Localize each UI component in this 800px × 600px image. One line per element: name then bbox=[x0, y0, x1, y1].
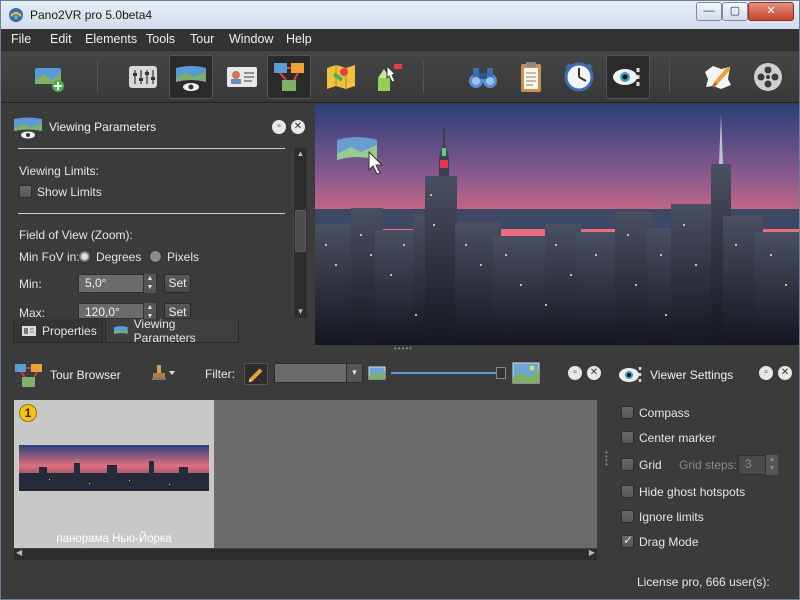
viewing-parameters-icon bbox=[114, 325, 128, 334]
title-bar: Pano2VR pro 5.0beta4 — ▢ ✕ bbox=[1, 1, 799, 29]
menu-file[interactable]: File bbox=[11, 32, 31, 46]
center-marker-checkbox[interactable] bbox=[621, 431, 634, 444]
new-york-panorama-image bbox=[315, 104, 799, 345]
pixels-radio[interactable] bbox=[149, 250, 162, 263]
window-title: Pano2VR pro 5.0beta4 bbox=[30, 8, 153, 22]
film-reel-icon[interactable] bbox=[746, 55, 790, 99]
animation-clock-icon[interactable] bbox=[557, 55, 601, 99]
node-number-badge: 1 bbox=[19, 404, 37, 422]
viewing-parameters-scrollbar[interactable]: ▲ ▼ bbox=[293, 148, 307, 318]
viewing-limits-label: Viewing Limits: bbox=[19, 164, 99, 178]
tour-browser-header: Tour Browser bbox=[14, 353, 234, 397]
hotspot-icon[interactable] bbox=[366, 55, 410, 99]
tour-browser-title: Tour Browser bbox=[50, 368, 121, 382]
grid-steps-spin-arrows: ▲ ▼ bbox=[765, 455, 778, 475]
menu-help[interactable]: Help bbox=[286, 32, 312, 46]
viewing-parameters-icon[interactable] bbox=[169, 55, 213, 99]
filter-label: Filter: bbox=[205, 367, 235, 381]
vertical-splitter-grip[interactable]: • • • • bbox=[605, 449, 611, 469]
pixels-label: Pixels bbox=[167, 250, 200, 264]
thumbnail-size-slider[interactable] bbox=[391, 372, 500, 374]
viewer-settings-title: Viewer Settings bbox=[650, 368, 734, 382]
filter-tag-button[interactable] bbox=[244, 363, 268, 385]
tour-browser-icon bbox=[15, 364, 42, 387]
panorama-thumbnail bbox=[19, 445, 209, 491]
min-fov-spin-arrows[interactable]: ▲ ▼ bbox=[143, 274, 156, 293]
menu-tour[interactable]: Tour bbox=[190, 32, 214, 46]
float-viewer-settings-button[interactable]: ▫ bbox=[759, 366, 773, 380]
viewer-settings-icon bbox=[619, 367, 642, 382]
main-toolbar bbox=[1, 51, 799, 103]
viewing-parameters-icon bbox=[14, 117, 42, 139]
compass-checkbox[interactable] bbox=[621, 406, 634, 419]
add-panorama-icon[interactable] bbox=[27, 55, 71, 99]
binoculars-icon[interactable] bbox=[461, 55, 505, 99]
min-label: Min: bbox=[19, 277, 42, 291]
grid-steps-label: Grid steps: bbox=[679, 458, 738, 472]
hide-ghost-hotspots-checkbox[interactable] bbox=[621, 485, 634, 498]
panorama-node-card[interactable]: 1 панорама Нью-Йорка bbox=[14, 400, 214, 548]
chevron-down-icon[interactable]: ▼ bbox=[346, 364, 362, 382]
user-data-icon[interactable] bbox=[696, 55, 740, 99]
small-thumbnail-icon bbox=[368, 366, 386, 380]
tour-browser-icon[interactable] bbox=[267, 55, 311, 99]
sliders-icon[interactable] bbox=[121, 55, 165, 99]
app-window: Pano2VR pro 5.0beta4 — ▢ ✕ File Edit Ele… bbox=[0, 0, 800, 600]
menu-edit[interactable]: Edit bbox=[50, 32, 72, 46]
menu-tools[interactable]: Tools bbox=[146, 32, 175, 46]
pencil-tag-icon bbox=[248, 368, 263, 383]
stamp-dropdown-icon[interactable] bbox=[151, 364, 177, 382]
close-tour-browser-button[interactable]: ✕ bbox=[587, 366, 601, 380]
float-tour-browser-button[interactable]: ▫ bbox=[568, 366, 582, 380]
maximize-button[interactable]: ▢ bbox=[722, 2, 748, 21]
show-limits-label: Show Limits bbox=[37, 185, 102, 199]
close-button[interactable]: ✕ bbox=[748, 2, 794, 21]
viewing-parameters-title: Viewing Parameters bbox=[49, 120, 157, 134]
thumbnail-size-slider-handle[interactable] bbox=[496, 367, 506, 379]
max-label: Max: bbox=[19, 306, 46, 320]
filter-combobox[interactable]: ▼ bbox=[274, 363, 363, 383]
menu-bar: File Edit Elements Tools Tour Window Hel… bbox=[1, 29, 799, 51]
viewing-parameters-header: Viewing Parameters bbox=[13, 105, 313, 149]
close-panel-button[interactable]: ✕ bbox=[291, 120, 305, 134]
show-limits-checkbox[interactable] bbox=[19, 185, 32, 198]
set-min-button[interactable]: Set bbox=[164, 274, 191, 293]
min-fov-in-label: Min FoV in: bbox=[19, 250, 80, 264]
viewer-settings-icon[interactable] bbox=[606, 55, 650, 99]
minimize-button[interactable]: — bbox=[696, 2, 722, 21]
ignore-limits-checkbox[interactable] bbox=[621, 510, 634, 523]
menu-elements[interactable]: Elements bbox=[85, 32, 137, 46]
tour-browser-scrollbar[interactable]: ◀ ▶ bbox=[14, 548, 597, 560]
pano2vr-logo-icon bbox=[9, 8, 23, 22]
tour-browser-area[interactable]: 1 панорама Нью-Йорка bbox=[14, 400, 597, 548]
properties-card-icon bbox=[22, 325, 36, 336]
degrees-label: Degrees bbox=[96, 250, 142, 264]
clipboard-icon[interactable] bbox=[509, 55, 553, 99]
tab-viewing-parameters[interactable]: Viewing Parameters bbox=[105, 317, 239, 345]
drag-mode-checkbox[interactable] bbox=[621, 533, 634, 548]
horizontal-splitter-grip[interactable]: ••••• bbox=[394, 344, 413, 353]
menu-window[interactable]: Window bbox=[229, 32, 273, 46]
properties-card-icon[interactable] bbox=[220, 55, 264, 99]
panorama-preview[interactable] bbox=[315, 104, 799, 345]
panorama-node-caption: панорама Нью-Йорка bbox=[56, 533, 172, 545]
map-icon[interactable] bbox=[319, 55, 363, 99]
fov-label: Field of View (Zoom): bbox=[19, 228, 133, 242]
viewer-settings-header: Viewer Settings bbox=[618, 353, 768, 397]
tab-properties[interactable]: Properties bbox=[13, 319, 103, 343]
license-status: License pro, 666 user(s): bbox=[637, 575, 770, 589]
float-panel-button[interactable]: ▫ bbox=[272, 120, 286, 134]
large-thumbnail-icon bbox=[512, 362, 540, 384]
degrees-radio[interactable] bbox=[78, 250, 91, 263]
grid-checkbox[interactable] bbox=[621, 458, 634, 471]
close-viewer-settings-button[interactable]: ✕ bbox=[778, 366, 792, 380]
